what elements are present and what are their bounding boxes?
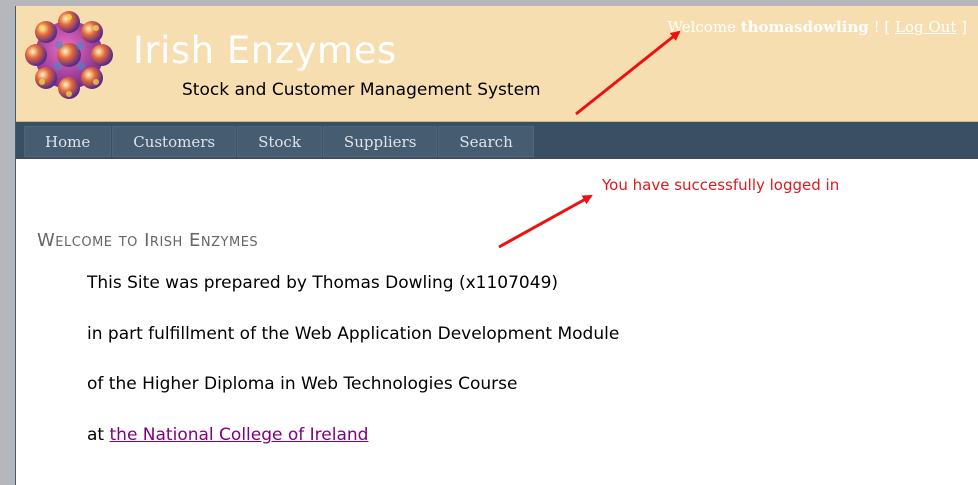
nav-item-search[interactable]: Search — [438, 126, 534, 157]
intro-line-2: in part fulfillment of the Web Applicati… — [87, 324, 620, 344]
intro-line-4: at the National College of Ireland — [87, 425, 368, 445]
logout-link[interactable]: Log Out — [895, 18, 956, 36]
arrow-to-success-message-icon — [498, 194, 593, 249]
nav-item-suppliers[interactable]: Suppliers — [322, 126, 438, 157]
page-heading: Welcome to Irish Enzymes — [37, 230, 259, 251]
login-close-bracket: ] — [961, 18, 967, 36]
username: thomasdowling — [740, 18, 869, 36]
nav-menu: Home Customers Stock Suppliers Search — [24, 126, 535, 157]
molecule-logo-icon — [25, 11, 113, 99]
page: Irish Enzymes Stock and Customer Managem… — [15, 6, 978, 485]
nav-item-stock[interactable]: Stock — [237, 126, 322, 157]
site-title: Irish Enzymes — [133, 29, 397, 72]
login-status: Welcome thomasdowling ! [ Log Out ] — [668, 18, 967, 36]
nav-item-customers[interactable]: Customers — [112, 126, 237, 157]
nav-item-home[interactable]: Home — [24, 126, 112, 157]
site-subtitle: Stock and Customer Management System — [182, 80, 541, 100]
intro-line-3: of the Higher Diploma in Web Technologie… — [87, 374, 518, 394]
login-separator: ! [ — [873, 18, 891, 36]
login-success-message: You have successfully logged in — [602, 176, 840, 194]
intro-line-4-prefix: at — [87, 425, 105, 445]
intro-line-1: This Site was prepared by Thomas Dowling… — [87, 273, 559, 293]
main-nav: Home Customers Stock Suppliers Search — [16, 122, 978, 159]
college-link[interactable]: the National College of Ireland — [110, 425, 369, 445]
welcome-prefix: Welcome — [667, 18, 736, 36]
header: Irish Enzymes Stock and Customer Managem… — [16, 6, 978, 122]
